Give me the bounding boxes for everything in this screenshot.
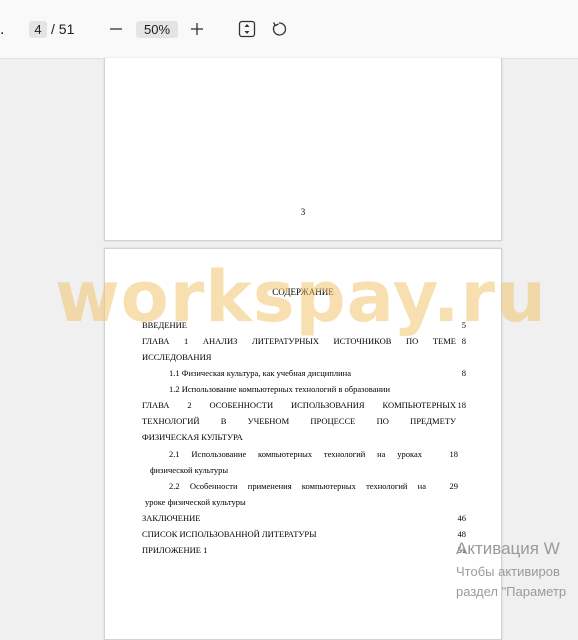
fit-page-button[interactable] — [238, 20, 256, 38]
page-total: / 51 — [51, 21, 75, 37]
rotate-button[interactable] — [270, 20, 288, 38]
toc-entry: 2.1 Использование компьютерных технологи… — [169, 449, 458, 459]
toc-entry: 2.2 Особенности применения компьютерных … — [169, 481, 458, 491]
zoom-in-icon — [191, 23, 203, 35]
page-number: 3 — [300, 207, 306, 217]
toc-entry: ЗАКЛЮЧЕНИЕ 46 — [142, 513, 466, 523]
toolbar-fragment: . — [0, 21, 5, 38]
zoom-level-input[interactable]: 50% — [136, 21, 178, 38]
rotate-icon — [272, 22, 287, 36]
toc-entry: ВВЕДЕНИЕ 5 — [142, 320, 466, 330]
toc-entry: ФИЗИЧЕСКАЯ КУЛЬТУРА — [142, 432, 243, 442]
current-page-input[interactable]: 4 — [29, 21, 47, 38]
zoom-in-button[interactable] — [188, 20, 206, 38]
zoom-out-button[interactable] — [107, 20, 125, 38]
toc-entry: ПРИЛОЖЕНИЕ 1 51 — [142, 545, 466, 555]
toc-title: СОДЕРЖАНИЕ — [272, 287, 334, 297]
toc-entry: ИССЛЕДОВАНИЯ — [142, 352, 212, 362]
toc-entry: 1.1 Физическая культура, как учебная дис… — [169, 368, 466, 378]
toc-entry: ГЛАВА 1 АНАЛИЗ ЛИТЕРАТУРНЫХ ИСТОЧНИКОВ П… — [142, 336, 466, 346]
toc-entry: физической культуры — [150, 465, 229, 475]
zoom-out-icon — [110, 28, 122, 30]
toc-entry: СПИСОК ИСПОЛЬЗОВАННОЙ ЛИТЕРАТУРЫ 48 — [142, 529, 466, 539]
pdf-toolbar: . 4 / 51 50% — [0, 0, 578, 59]
fit-page-icon — [238, 20, 256, 38]
toc-entry: 1.2 Использование компьютерных технологи… — [169, 384, 391, 394]
toc-entry: ТЕХНОЛОГИЙ В УЧЕБНОМ ПРОЦЕССЕ ПО ПРЕДМЕТ… — [142, 416, 456, 426]
toc-entry: ГЛАВА 2 ОСОБЕННОСТИ ИСПОЛЬЗОВАНИЯ КОМПЬЮ… — [142, 400, 466, 410]
document-page-4: СОДЕРЖАНИЕ ВВЕДЕНИЕ 5 ГЛАВА 1 АНАЛИЗ ЛИТ… — [104, 248, 502, 640]
document-page-3: 3 — [104, 58, 502, 241]
toc-entry: уроке физической культуры — [145, 497, 246, 507]
